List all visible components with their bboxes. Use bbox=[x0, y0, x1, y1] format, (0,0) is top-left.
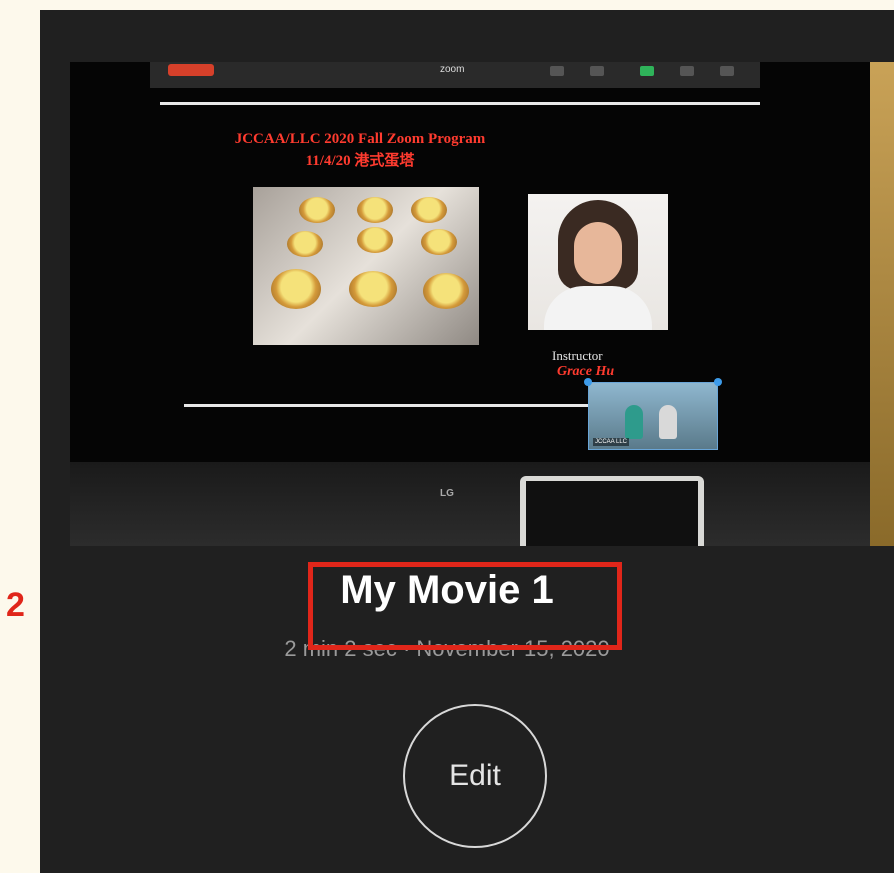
slide-title-line1: JCCAA/LLC 2020 Fall Zoom Program bbox=[234, 131, 486, 147]
slide-top-border bbox=[160, 102, 760, 105]
resize-handle-icon bbox=[714, 378, 722, 386]
leave-meeting-icon bbox=[168, 64, 214, 76]
slide-title: JCCAA/LLC 2020 Fall Zoom Program 11/4/20… bbox=[220, 128, 500, 172]
participant bbox=[625, 405, 643, 439]
participant bbox=[659, 405, 677, 439]
participants-icon bbox=[680, 66, 694, 76]
tablet-screen bbox=[526, 481, 698, 546]
tart bbox=[411, 197, 447, 223]
zoom-toolbar: zoom bbox=[150, 62, 760, 88]
movie-thumbnail[interactable]: zoom JCCAA/LLC 2020 Fall Zoom Program 11… bbox=[70, 62, 894, 546]
resize-handle-icon bbox=[584, 378, 592, 386]
tart bbox=[357, 227, 393, 253]
instructor-label: Instructor bbox=[552, 348, 603, 363]
tart bbox=[421, 229, 457, 255]
annotation-step-number: 2 bbox=[6, 586, 25, 624]
instructor-photo bbox=[528, 194, 668, 330]
video-preview: JCCAA LLC bbox=[584, 378, 722, 450]
tart bbox=[357, 197, 393, 223]
share-icon bbox=[640, 66, 654, 76]
edit-button[interactable]: Edit bbox=[403, 704, 547, 848]
tart bbox=[299, 197, 335, 223]
video-icon bbox=[590, 66, 604, 76]
tart bbox=[271, 269, 321, 309]
slide-title-line2: 11/4/20 港式蛋塔 bbox=[305, 153, 415, 169]
more-icon bbox=[720, 66, 734, 76]
tart bbox=[423, 273, 469, 309]
annotation-highlight-box bbox=[308, 562, 622, 650]
tablet bbox=[520, 476, 704, 546]
tart bbox=[349, 271, 397, 307]
instructor-shoulders bbox=[544, 286, 652, 330]
instructor-face bbox=[574, 222, 622, 284]
video-preview-label: JCCAA LLC bbox=[593, 438, 630, 446]
tv-screen: zoom JCCAA/LLC 2020 Fall Zoom Program 11… bbox=[70, 62, 870, 482]
tv-bezel: LG bbox=[70, 462, 894, 546]
tv-brand-logo: LG bbox=[440, 488, 454, 499]
wall-edge bbox=[870, 62, 894, 546]
zoom-menu-label: zoom bbox=[440, 64, 465, 75]
unmute-icon bbox=[550, 66, 564, 76]
tart bbox=[287, 231, 323, 257]
egg-tarts-photo bbox=[253, 187, 479, 345]
slide-bottom-border bbox=[184, 404, 604, 407]
